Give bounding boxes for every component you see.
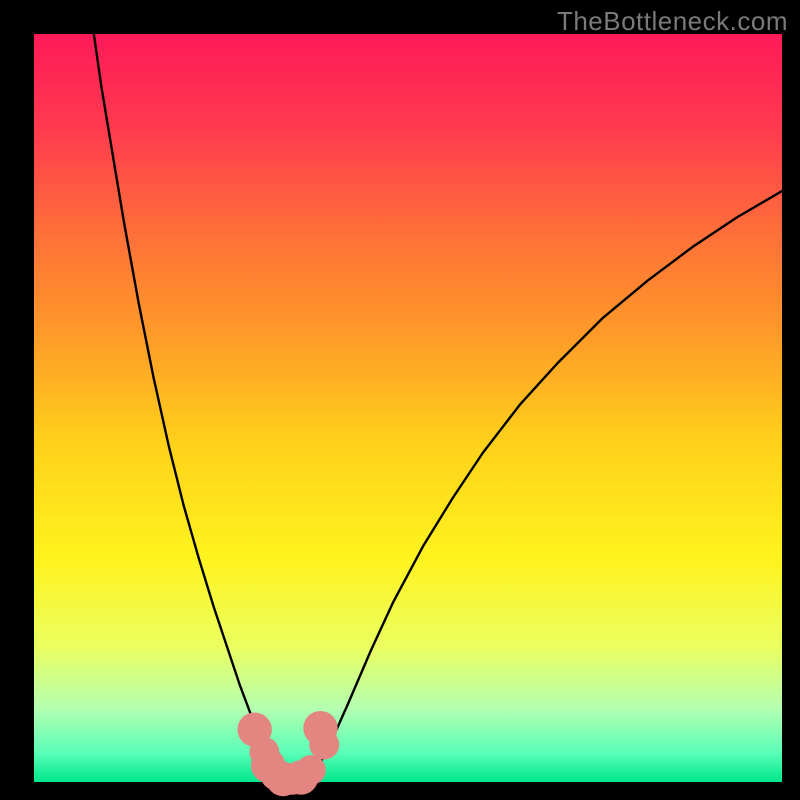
- watermark-text: TheBottleneck.com: [557, 6, 788, 37]
- marker-point: [296, 755, 326, 785]
- chart-canvas: [0, 0, 800, 800]
- chart-background: [34, 34, 782, 782]
- marker-point: [309, 730, 339, 760]
- bottleneck-chart: TheBottleneck.com: [0, 0, 800, 800]
